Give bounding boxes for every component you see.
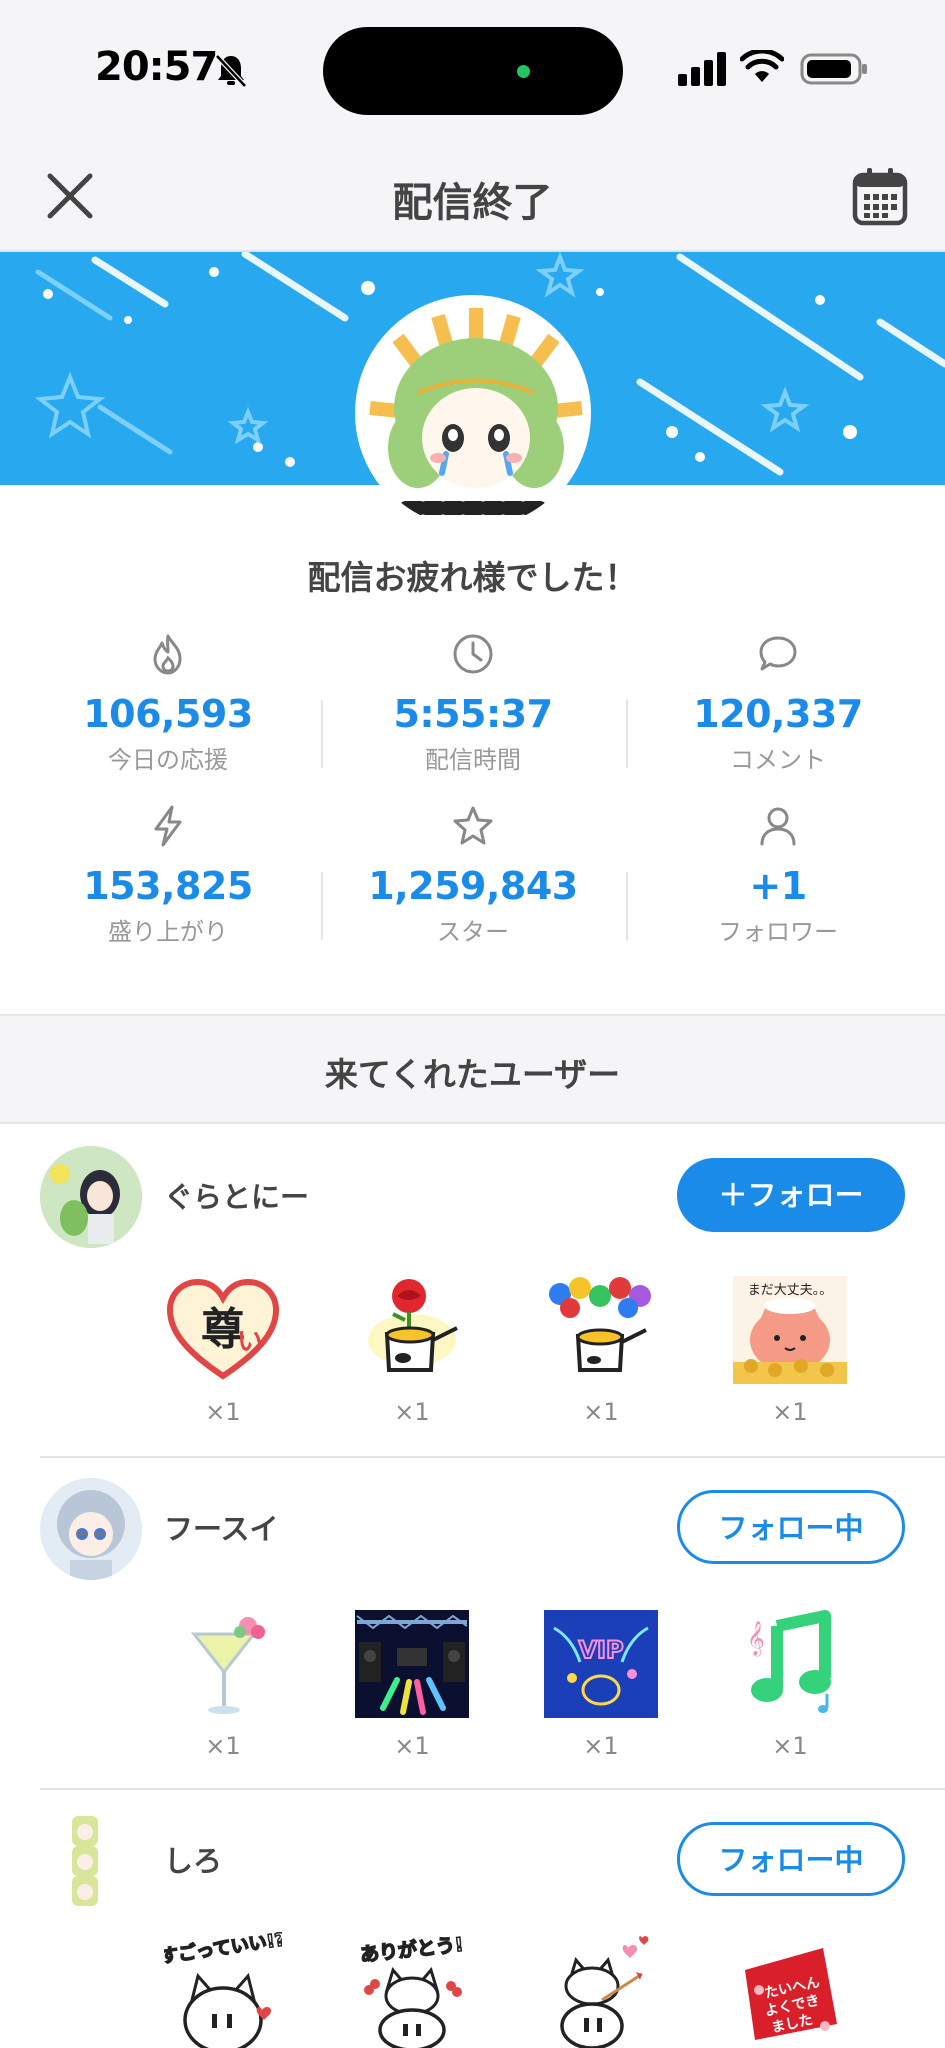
stat-label: 今日の応援 (108, 746, 228, 774)
stat-value: 120,337 (693, 692, 863, 736)
cat-coins-gift-icon: まだ大丈夫。。 (733, 1276, 847, 1384)
user-name: ぐらとにー (164, 1180, 310, 1214)
visitor-row: しろ フォロー中 すごっていい!? ありがとう! たいへん よくでき ました (0, 1790, 945, 2048)
battery-icon (800, 53, 867, 85)
balloon-pot-gift-icon (549, 1277, 651, 1372)
stat-excitement: 153,825 盛り上がり (16, 804, 320, 947)
visitor-row: ぐらとにー ＋フォロー 尊 い ×1 ×1 ×1 まだ大丈夫。。 ×1 (0, 1124, 945, 1456)
red-card-gift-icon: たいへん よくでき ました (745, 1948, 837, 2040)
gift-item: 𝄞 ×1 (730, 1608, 850, 1760)
gift-count: ×1 (583, 1732, 619, 1760)
svg-text:ありがとう!: ありがとう! (359, 1933, 465, 1967)
stat-label: コメント (730, 746, 826, 774)
avatar[interactable] (40, 1478, 142, 1580)
gift-item: ×1 (163, 1608, 283, 1760)
gift-count: ×1 (205, 1732, 241, 1760)
stat-label: 盛り上がり (108, 918, 228, 946)
dynamic-island (323, 27, 623, 115)
stat-label: フォロワー (718, 918, 838, 946)
avatar[interactable] (40, 1810, 142, 1912)
clock-time: 20:57 (95, 44, 218, 90)
stat-value: 5:55:37 (393, 692, 553, 736)
gift-count: ×1 (772, 1398, 808, 1426)
svg-text:VIP: VIP (578, 1636, 623, 1664)
avatar-illustration (358, 298, 588, 528)
svg-text:すごっていい!?: すごっていい!? (164, 1930, 282, 1968)
following-button[interactable]: フォロー中 (677, 1490, 905, 1564)
stat-comments: 120,337 コメント (626, 632, 930, 775)
vip-gift-icon: VIP (544, 1610, 658, 1718)
stat-value: 153,825 (83, 864, 253, 908)
gift-count: ×1 (772, 1732, 808, 1760)
avatar-illustration (40, 1810, 142, 1912)
wifi-icon (740, 50, 784, 82)
user-name: フースイ (164, 1512, 279, 1546)
streamer-avatar (355, 295, 591, 531)
star-icon (453, 806, 493, 845)
gift-item: すごっていい!? (163, 1930, 283, 2048)
rose-pot-gift-icon (368, 1279, 458, 1372)
signal-icon (678, 52, 726, 86)
gift-count: ×1 (394, 1732, 430, 1760)
svg-text:い: い (237, 1327, 263, 1357)
avatar-illustration (40, 1478, 142, 1580)
svg-text:まだ大丈夫。。: まだ大丈夫。。 (748, 1283, 833, 1298)
cat-sticker-1-icon: すごっていい!? (164, 1930, 282, 2048)
status-bar: 20:57 (0, 0, 945, 140)
gift-item: ありがとう! (352, 1930, 472, 2048)
follow-button[interactable]: ＋フォロー (677, 1158, 905, 1232)
top-navigation-bar: 配信終了 (0, 140, 945, 252)
gift-item: 尊 い ×1 (163, 1274, 283, 1426)
visitor-row: フースイ フォロー中 ×1 ×1 VIP ×1 𝄞 ×1 (0, 1458, 945, 1788)
gift-count: ×1 (583, 1398, 619, 1426)
stat-value: 106,593 (83, 692, 253, 736)
gift-item: ×1 (352, 1274, 472, 1426)
avatar[interactable] (40, 1146, 142, 1248)
stat-support: 106,593 今日の応援 (16, 632, 320, 775)
gift-item: VIP ×1 (541, 1608, 661, 1760)
gift-item: たいへん よくでき ました (730, 1930, 850, 2048)
gift-count: ×1 (205, 1398, 241, 1426)
stat-label: スター (437, 918, 509, 946)
bell-muted-icon (215, 54, 247, 88)
gift-count: ×1 (394, 1398, 430, 1426)
greeting-text: 配信お疲れ様でした！ (307, 558, 638, 597)
cocktail-gift-icon (190, 1617, 265, 1714)
calendar-icon[interactable] (852, 166, 908, 226)
section-title: 来てくれたユーザー (324, 1055, 621, 1094)
clock-icon (453, 634, 493, 674)
lightning-icon (154, 805, 182, 847)
gift-item: ×1 (352, 1608, 472, 1760)
stat-value: 1,259,843 (368, 864, 578, 908)
cat-sticker-2-icon: ありがとう! (358, 1932, 465, 2048)
heart-kanji-gift-icon: 尊 い (166, 1278, 280, 1380)
page-title: 配信終了 (392, 180, 553, 226)
music-note-gift-icon: 𝄞 (747, 1610, 831, 1713)
gift-item (541, 1930, 661, 2048)
svg-text:𝄞: 𝄞 (747, 1621, 765, 1657)
flame-icon (153, 634, 182, 675)
stat-stars: 1,259,843 スター (321, 804, 625, 947)
stat-value: +1 (749, 864, 807, 908)
camera-indicator (517, 65, 530, 78)
following-button[interactable]: フォロー中 (677, 1822, 905, 1896)
visitors-section-header: 来てくれたユーザー (0, 1014, 945, 1124)
user-name: しろ (164, 1844, 223, 1878)
gift-item: まだ大丈夫。。 ×1 (730, 1274, 850, 1426)
stat-duration: 5:55:37 配信時間 (321, 632, 625, 775)
cat-sticker-3-icon (560, 1936, 649, 2048)
person-icon (760, 807, 796, 846)
avatar-illustration (40, 1146, 142, 1248)
stat-followers: +1 フォロワー (626, 804, 930, 947)
stage-gift-icon (355, 1610, 469, 1718)
comment-icon (759, 636, 797, 671)
gift-item: ×1 (541, 1274, 661, 1426)
stat-label: 配信時間 (425, 746, 521, 774)
